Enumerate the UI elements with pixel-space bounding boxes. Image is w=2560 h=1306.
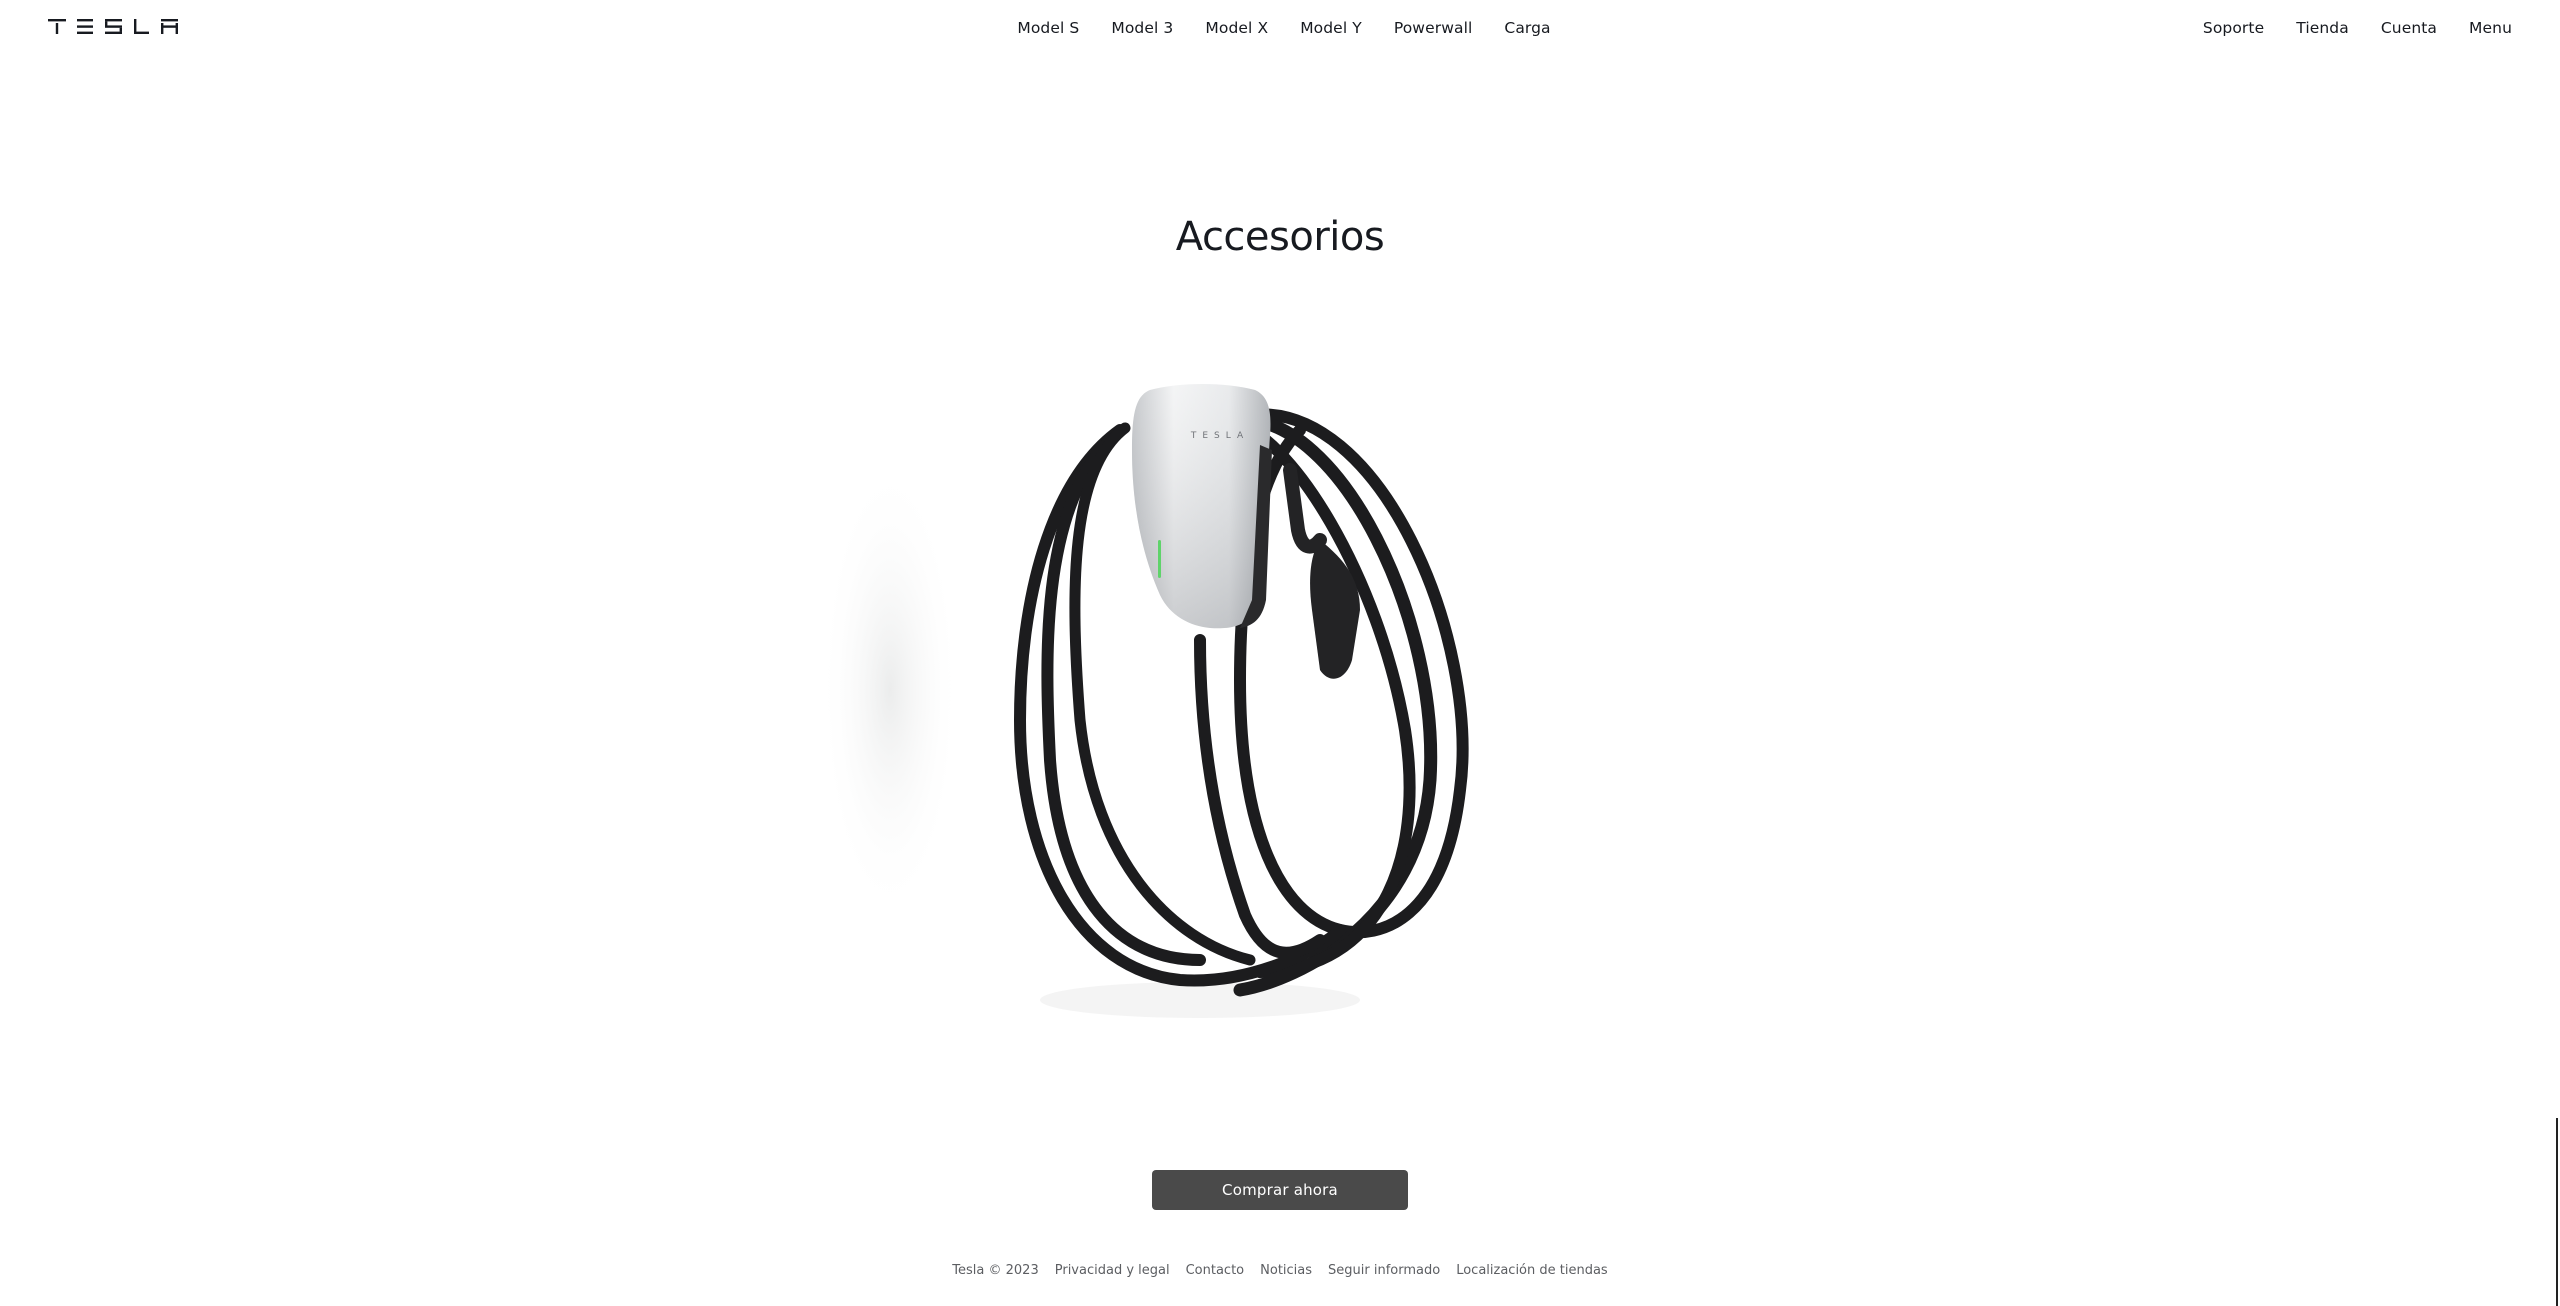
nav-carga[interactable]: Carga: [1488, 16, 1566, 40]
footer-links: Tesla © 2023 Privacidad y legal Contacto…: [944, 1262, 1615, 1280]
site-footer: Tesla © 2023 Privacidad y legal Contacto…: [0, 1262, 2560, 1280]
main-nav-list: Model S Model 3 Model X Model Y Powerwal…: [1001, 16, 1566, 40]
nav-soporte[interactable]: Soporte: [2187, 16, 2280, 40]
nav-model-3[interactable]: Model 3: [1095, 16, 1189, 40]
footer-privacy-link[interactable]: Privacidad y legal: [1047, 1262, 1178, 1280]
site-header: Model S Model 3 Model X Model Y Powerwal…: [0, 0, 2560, 54]
nav-model-s[interactable]: Model S: [1001, 16, 1095, 40]
footer-stay-informed-link[interactable]: Seguir informado: [1320, 1262, 1448, 1280]
page-title: Accesorios: [1175, 213, 1385, 260]
product-hero-image: TESLA: [820, 360, 1540, 1060]
footer-news-link[interactable]: Noticias: [1252, 1262, 1320, 1280]
tesla-wordmark-icon: [48, 19, 178, 34]
scrollbar[interactable]: [2556, 1118, 2558, 1306]
main-nav: Model S Model 3 Model X Model Y Powerwal…: [0, 16, 2560, 40]
utility-nav: Soporte Tienda Cuenta Menu: [2187, 16, 2528, 40]
menu-button[interactable]: Menu: [2453, 16, 2528, 40]
nav-tienda[interactable]: Tienda: [2280, 16, 2365, 40]
page: Model S Model 3 Model X Model Y Powerwal…: [0, 0, 2560, 1306]
footer-store-locator-link[interactable]: Localización de tiendas: [1448, 1262, 1616, 1280]
tesla-logo[interactable]: [48, 19, 178, 35]
footer-contact-link[interactable]: Contacto: [1178, 1262, 1253, 1280]
charger-logo-text: TESLA: [1190, 431, 1249, 441]
nav-cuenta[interactable]: Cuenta: [2365, 16, 2453, 40]
buy-now-button[interactable]: Comprar ahora: [1152, 1170, 1408, 1210]
nav-powerwall[interactable]: Powerwall: [1378, 16, 1489, 40]
footer-copyright: Tesla © 2023: [952, 1263, 1039, 1278]
nav-model-x[interactable]: Model X: [1189, 16, 1284, 40]
nav-model-y[interactable]: Model Y: [1284, 16, 1378, 40]
status-light: [1158, 540, 1161, 578]
wall-connector-image: TESLA: [820, 384, 1469, 1018]
